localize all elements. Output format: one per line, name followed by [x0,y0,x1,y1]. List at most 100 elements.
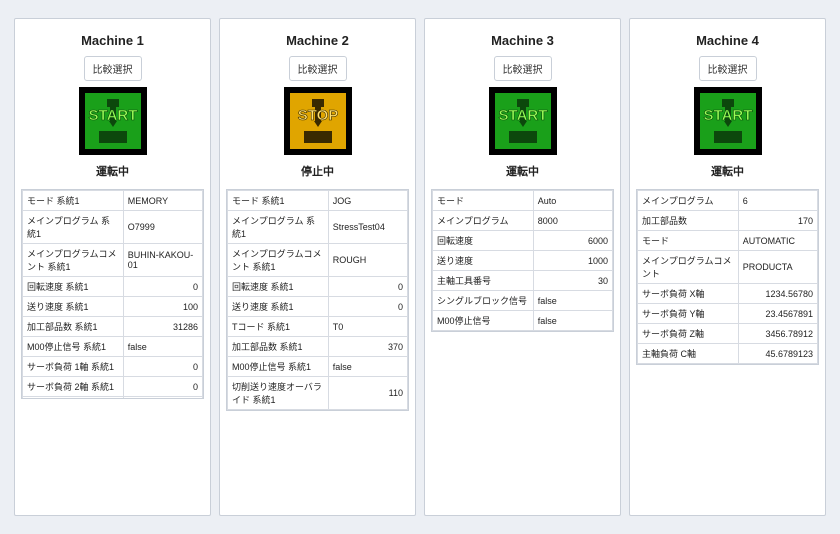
row-key: サーボ負荷 1軸 系統1 [23,357,124,377]
start-icon: START [79,87,147,155]
compare-button[interactable]: 比較選択 [699,56,757,81]
status-tile[interactable]: START [489,87,557,155]
row-key: サーボ負荷 Z軸 [638,324,739,344]
table-row: メインプログラムコメント 系統1ROUGH [228,244,408,277]
table-row: 切削送り速度オーバライド 系統1110 [228,377,408,410]
row-key: サーボ負荷 X軸 [638,284,739,304]
row-key: 回転速度 系統1 [23,277,124,297]
status-tile[interactable]: START [79,87,147,155]
status-label: 停止中 [301,163,334,179]
row-value: 370 [328,337,407,357]
compare-button[interactable]: 比較選択 [289,56,347,81]
data-table: モード 系統1JOGメインプログラム 系統1StressTest04メインプログ… [227,190,408,410]
row-key: サーボ負荷 3軸 系統1 [23,397,124,400]
table-row: Tコード 系統1T0 [228,317,408,337]
start-icon: START [489,87,557,155]
row-key: メインプログラムコメント 系統1 [23,244,124,277]
table-row: 送り速度 系統10 [228,297,408,317]
row-value: ROUGH [328,244,407,277]
table-row: 回転速度6000 [433,231,613,251]
row-value: StressTest04 [328,211,407,244]
table-row: メインプログラム6 [638,191,818,211]
table-row: サーボ負荷 Z軸3456.78912 [638,324,818,344]
status-tile[interactable]: START [694,87,762,155]
table-row: 主軸負荷 C軸45.6789123 [638,344,818,364]
row-value: 0 [123,377,202,397]
data-table-container[interactable]: モード 系統1MEMORYメインプログラム 系統1O7999メインプログラムコメ… [21,189,204,399]
table-row: 加工部品数 系統1370 [228,337,408,357]
table-row: 加工部品数170 [638,211,818,231]
compare-button[interactable]: 比較選択 [84,56,142,81]
table-row: モード 系統1JOG [228,191,408,211]
stop-icon: STOP [284,87,352,155]
machine-title: Machine 2 [286,33,349,48]
table-row: M00停止信号 系統1false [228,357,408,377]
start-icon: START [694,87,762,155]
row-value: MEMORY [123,191,202,211]
svg-text:START: START [703,107,752,124]
row-key: モード 系統1 [228,191,329,211]
row-key: メインプログラム [638,191,739,211]
row-key: サーボ負荷 Y軸 [638,304,739,324]
data-table: モード 系統1MEMORYメインプログラム 系統1O7999メインプログラムコメ… [22,190,203,399]
row-value: 45.6789123 [738,344,817,364]
row-key: 回転速度 系統1 [228,277,329,297]
data-table-container: モード 系統1JOGメインプログラム 系統1StressTest04メインプログ… [226,189,409,411]
compare-button[interactable]: 比較選択 [494,56,552,81]
row-value: O7999 [123,211,202,244]
table-row: M00停止信号 系統1false [23,337,203,357]
row-value: false [123,337,202,357]
table-row: 送り速度 系統1100 [23,297,203,317]
row-value: 100 [123,297,202,317]
machine-title: Machine 1 [81,33,144,48]
status-tile[interactable]: STOP [284,87,352,155]
row-key: M00停止信号 系統1 [228,357,329,377]
row-value: 31286 [123,317,202,337]
data-table-container: メインプログラム6加工部品数170モードAUTOMATICメインプログラムコメン… [636,189,819,365]
row-key: メインプログラム 系統1 [23,211,124,244]
row-key: 加工部品数 系統1 [228,337,329,357]
svg-text:STOP: STOP [297,107,338,124]
row-value: BUHIN-KAKOU-01 [123,244,202,277]
table-row: 回転速度 系統10 [228,277,408,297]
row-value: 23.4567891 [738,304,817,324]
row-value: PRODUCTA [738,251,817,284]
row-value: JOG [328,191,407,211]
row-value: 0 [328,297,407,317]
table-row: メインプログラム 系統1O7999 [23,211,203,244]
row-value: 6000 [533,231,612,251]
table-row: サーボ負荷 1軸 系統10 [23,357,203,377]
table-row: 加工部品数 系統131286 [23,317,203,337]
row-value: 110 [328,377,407,410]
row-key: 送り速度 系統1 [228,297,329,317]
row-value: false [533,291,612,311]
row-value: false [328,357,407,377]
machine-title: Machine 4 [696,33,759,48]
table-row: モード 系統1MEMORY [23,191,203,211]
data-table: モードAutoメインプログラム8000回転速度6000送り速度1000主軸工具番… [432,190,613,331]
row-key: Tコード 系統1 [228,317,329,337]
row-key: メインプログラムコメント [638,251,739,284]
row-key: 主軸負荷 C軸 [638,344,739,364]
machine-card: Machine 4 比較選択 START 運転中メインプログラム6加工部品数170… [629,18,826,516]
row-key: 回転速度 [433,231,534,251]
row-key: サーボ負荷 2軸 系統1 [23,377,124,397]
row-value: 0 [123,277,202,297]
row-value: Auto [533,191,612,211]
row-value: 6 [738,191,817,211]
table-row: シングルブロック信号false [433,291,613,311]
table-row: メインプログラム8000 [433,211,613,231]
row-key: メインプログラム 系統1 [228,211,329,244]
machine-title: Machine 3 [491,33,554,48]
table-row: モードAUTOMATIC [638,231,818,251]
row-value: T0 [328,317,407,337]
row-value: 0 [123,357,202,377]
row-value: 0 [328,277,407,297]
table-row: 送り速度1000 [433,251,613,271]
status-label: 運転中 [711,163,744,179]
table-row: モードAuto [433,191,613,211]
row-key: M00停止信号 [433,311,534,331]
row-value: 1234.56780 [738,284,817,304]
row-key: 送り速度 [433,251,534,271]
row-key: 主軸工具番号 [433,271,534,291]
